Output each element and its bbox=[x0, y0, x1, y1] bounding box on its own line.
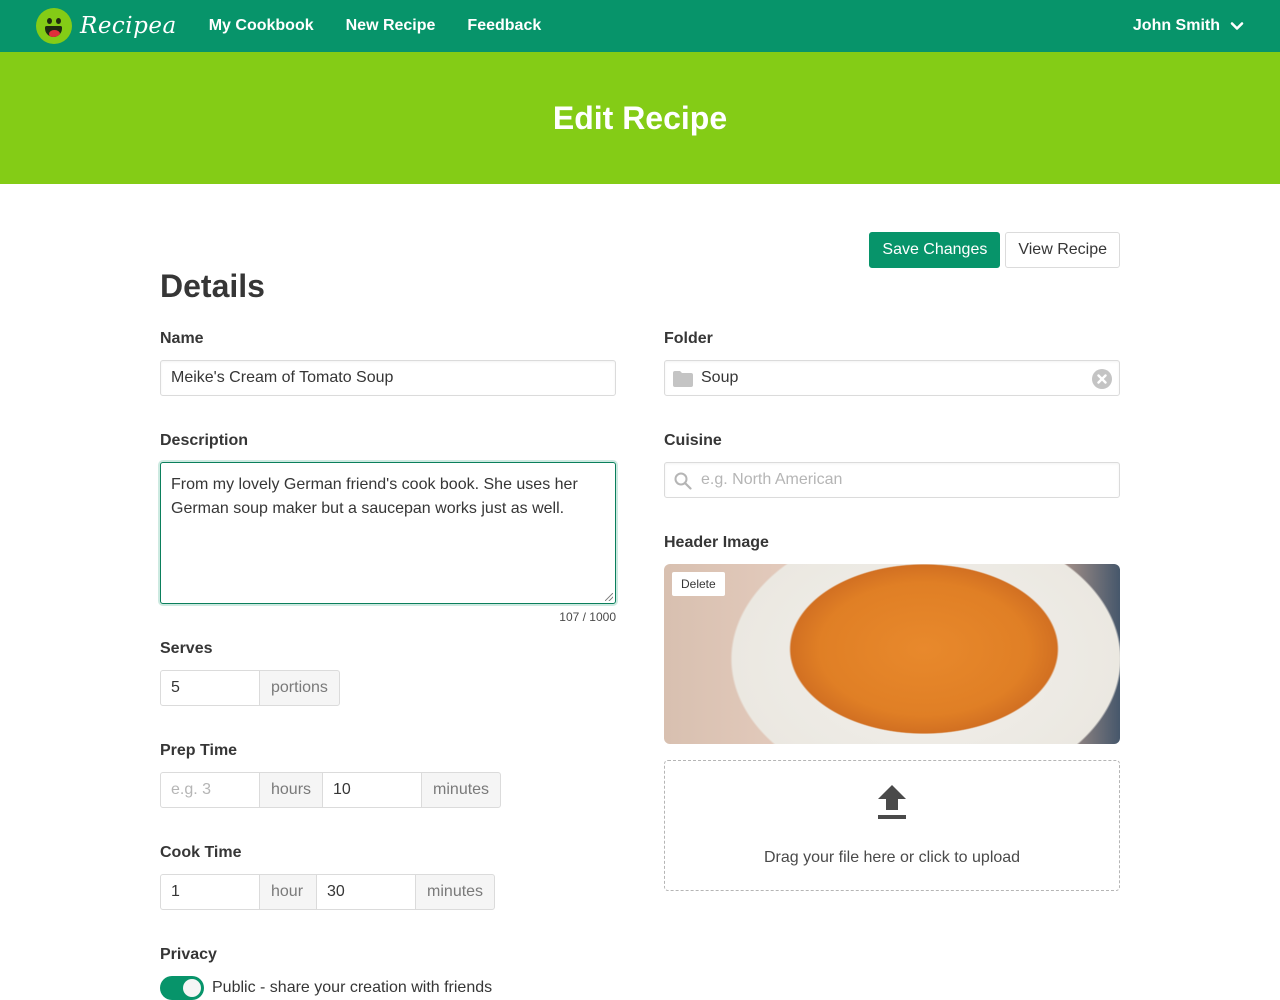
search-icon bbox=[674, 472, 692, 490]
delete-image-button[interactable]: Delete bbox=[672, 572, 725, 596]
serves-label: Serves bbox=[160, 640, 213, 657]
nav-feedback[interactable]: Feedback bbox=[467, 17, 541, 35]
description-label: Description bbox=[160, 432, 249, 449]
folder-label: Folder bbox=[664, 330, 713, 347]
brand-logo[interactable]: Recipea bbox=[36, 8, 177, 44]
cook-time-group: 1 hour 30 minutes bbox=[160, 874, 496, 910]
folder-value: Soup bbox=[701, 369, 739, 386]
prep-minutes-input[interactable]: 10 bbox=[322, 772, 423, 808]
toggle-knob bbox=[183, 979, 201, 997]
view-recipe-button[interactable]: View Recipe bbox=[1005, 232, 1120, 268]
logo-face-icon bbox=[36, 8, 72, 44]
cook-minutes-input[interactable]: 30 bbox=[316, 874, 417, 910]
user-name: John Smith bbox=[1132, 17, 1220, 34]
serves-input[interactable]: 5 bbox=[160, 670, 260, 706]
cuisine-label: Cuisine bbox=[664, 432, 722, 449]
upload-text: Drag your file here or click to upload bbox=[763, 848, 1021, 866]
save-changes-button[interactable]: Save Changes bbox=[869, 232, 1001, 268]
privacy-toggle-label: Public - share your creation with friend… bbox=[212, 979, 493, 996]
page-hero: Edit Recipe bbox=[0, 52, 1280, 184]
name-input[interactable]: Meike's Cream of Tomato Soup bbox=[160, 360, 616, 396]
description-char-counter: 107 / 1000 bbox=[559, 610, 616, 624]
prep-hours-unit: hours bbox=[259, 772, 324, 808]
upload-dropzone[interactable]: Drag your file here or click to upload bbox=[664, 760, 1120, 891]
privacy-label: Privacy bbox=[160, 946, 217, 963]
prep-hours-input[interactable]: e.g. 3 bbox=[160, 772, 260, 808]
nav-my-cookbook[interactable]: My Cookbook bbox=[209, 17, 314, 35]
upload-icon bbox=[878, 784, 906, 819]
chevron-down-icon bbox=[1230, 22, 1244, 30]
name-label: Name bbox=[160, 330, 204, 347]
section-title: Details bbox=[160, 268, 265, 304]
folder-select[interactable]: Soup bbox=[664, 360, 1120, 396]
cook-hours-input[interactable]: 1 bbox=[160, 874, 260, 910]
cook-minutes-unit: minutes bbox=[415, 874, 496, 910]
top-navbar: Recipea My Cookbook New Recipe Feedback … bbox=[0, 0, 1280, 52]
prep-time-group: e.g. 3 hours 10 minutes bbox=[160, 772, 502, 808]
description-textarea[interactable]: From my lovely German friend's cook book… bbox=[160, 462, 616, 604]
serves-unit: portions bbox=[259, 670, 340, 706]
page-title: Edit Recipe bbox=[552, 99, 728, 136]
prep-time-label: Prep Time bbox=[160, 742, 238, 759]
description-text: From my lovely German friend's cook book… bbox=[171, 476, 578, 517]
prep-minutes-unit: minutes bbox=[421, 772, 502, 808]
user-menu[interactable]: John Smith bbox=[1133, 0, 1244, 52]
resize-grip-icon[interactable] bbox=[605, 593, 613, 601]
brand-name: Recipea bbox=[80, 13, 177, 39]
folder-icon bbox=[673, 371, 693, 387]
cuisine-placeholder: e.g. North American bbox=[701, 471, 843, 488]
clear-icon[interactable] bbox=[1092, 369, 1112, 389]
nav-new-recipe[interactable]: New Recipe bbox=[346, 17, 436, 35]
cook-hours-unit: hour bbox=[259, 874, 318, 910]
serves-group: 5 portions bbox=[160, 670, 340, 706]
toolbar: Save Changes View Recipe bbox=[869, 232, 1120, 268]
header-image-preview: Delete bbox=[664, 564, 1120, 744]
cook-time-label: Cook Time bbox=[160, 844, 242, 861]
header-image-label: Header Image bbox=[664, 534, 769, 551]
cuisine-input[interactable]: e.g. North American bbox=[664, 462, 1120, 498]
privacy-toggle[interactable] bbox=[160, 976, 204, 1000]
